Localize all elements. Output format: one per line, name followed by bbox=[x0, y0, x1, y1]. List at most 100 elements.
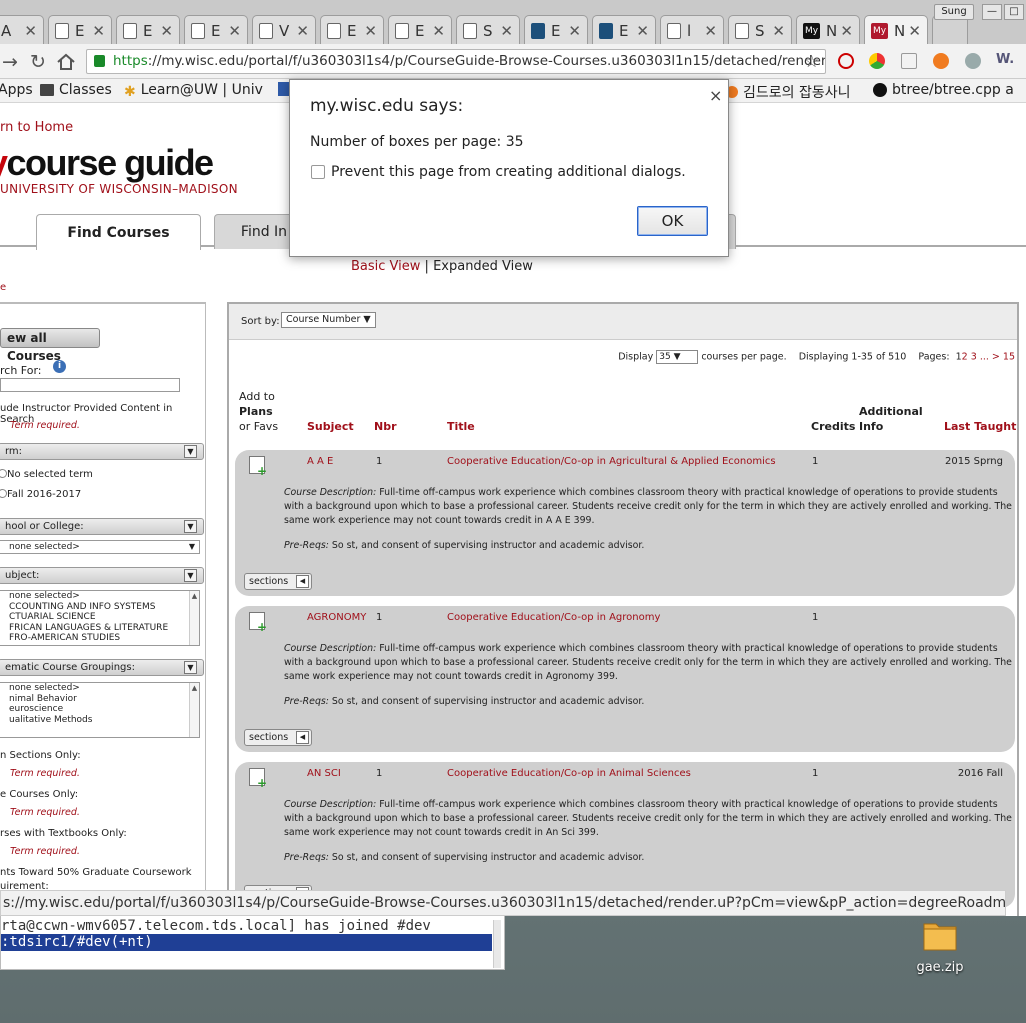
list-item[interactable]: none selected> bbox=[9, 683, 199, 694]
firefox-extension-icon[interactable] bbox=[933, 53, 949, 69]
close-icon[interactable]: ✕ bbox=[92, 22, 105, 40]
close-icon[interactable]: × bbox=[709, 86, 722, 105]
prevent-dialogs-label[interactable]: Prevent this page from creating addition… bbox=[331, 164, 686, 180]
close-icon[interactable]: ✕ bbox=[500, 22, 513, 40]
close-icon[interactable]: ✕ bbox=[228, 22, 241, 40]
course-title-link[interactable]: Cooperative Education/Co-op in Agricultu… bbox=[447, 456, 776, 467]
browser-tab[interactable]: S ✕ bbox=[728, 15, 792, 45]
bookmark-apps[interactable]: Apps bbox=[0, 82, 33, 98]
thematic-list[interactable]: none selected> nimal Behavior euroscienc… bbox=[0, 682, 200, 738]
bookmark-korean[interactable]: 김드로의 잡동사니 bbox=[726, 82, 851, 102]
browser-tab[interactable]: V ✕ bbox=[252, 15, 316, 45]
course-title-link[interactable]: Cooperative Education/Co-op in Animal Sc… bbox=[447, 768, 691, 779]
chevron-down-icon[interactable]: ▼ bbox=[184, 569, 197, 582]
col-subject[interactable]: Subject bbox=[307, 420, 354, 433]
info-icon[interactable]: i bbox=[53, 360, 66, 373]
list-item[interactable]: none selected> bbox=[9, 591, 199, 602]
tab-find-courses[interactable]: Find Courses bbox=[36, 214, 201, 250]
subject-header[interactable]: ubject: ▼ bbox=[0, 567, 204, 584]
browser-tab[interactable]: S ✕ bbox=[456, 15, 520, 45]
browser-tab[interactable]: E ✕ bbox=[592, 15, 656, 45]
subject-list[interactable]: none selected> CCOUNTING AND INFO SYSTEM… bbox=[0, 590, 200, 646]
col-title[interactable]: Title bbox=[447, 420, 475, 433]
col-last-taught[interactable]: Last Taught bbox=[944, 420, 1016, 433]
close-icon[interactable]: ✕ bbox=[840, 22, 853, 40]
thematic-header[interactable]: ematic Course Groupings: ▼ bbox=[0, 659, 204, 676]
term-radio-none[interactable] bbox=[0, 469, 7, 478]
col-nbr[interactable]: Nbr bbox=[374, 420, 397, 433]
per-page-select[interactable]: 35 ▼ bbox=[656, 350, 699, 364]
term-header[interactable]: rm: ▼ bbox=[0, 443, 204, 460]
course-subject[interactable]: AN SCI bbox=[307, 768, 341, 779]
sort-select[interactable]: Course Number ▼ bbox=[281, 312, 376, 328]
close-icon[interactable]: ✕ bbox=[568, 22, 581, 40]
reload-icon[interactable]: ↻ bbox=[30, 51, 46, 73]
close-icon[interactable]: ✕ bbox=[704, 22, 717, 40]
chevron-down-icon[interactable]: ▼ bbox=[184, 520, 197, 533]
basic-view-link[interactable]: Basic View bbox=[351, 259, 420, 274]
browser-tab[interactable]: E ✕ bbox=[320, 15, 384, 45]
list-item[interactable]: ualitative Methods bbox=[9, 715, 199, 726]
course-subject[interactable]: A A E bbox=[307, 456, 333, 467]
close-icon[interactable]: ✕ bbox=[636, 22, 649, 40]
list-item[interactable]: FRICAN LANGUAGES & LITERATURE bbox=[9, 623, 199, 634]
close-icon[interactable]: ✕ bbox=[772, 22, 785, 40]
browser-tab[interactable]: l ✕ bbox=[660, 15, 724, 45]
school-header[interactable]: hool or College: ▼ bbox=[0, 518, 204, 535]
close-icon[interactable]: ✕ bbox=[364, 22, 377, 40]
view-all-courses-button[interactable]: ew all Courses bbox=[0, 328, 100, 363]
list-item[interactable]: nimal Behavior bbox=[9, 694, 199, 705]
list-item[interactable]: CTUARIAL SCIENCE bbox=[9, 612, 199, 623]
bookmark-star-icon[interactable]: ☆ bbox=[804, 52, 819, 72]
term-radio-fall[interactable] bbox=[0, 489, 7, 498]
folder-icon[interactable] bbox=[922, 918, 958, 952]
browser-tab[interactable]: E ✕ bbox=[48, 15, 112, 45]
bookmark-btree[interactable]: btree/btree.cpp a bbox=[873, 82, 1014, 98]
bookmark-learn-uw[interactable]: ✱ Learn@UW | Univ bbox=[124, 82, 263, 100]
close-icon[interactable]: ✕ bbox=[24, 22, 37, 40]
browser-tab[interactable]: E ✕ bbox=[116, 15, 180, 45]
course-title-link[interactable]: Cooperative Education/Co-op in Agronomy bbox=[447, 612, 660, 623]
address-bar[interactable]: https://my.wisc.edu/portal/f/u360303l1s4… bbox=[86, 49, 826, 74]
browser-tab[interactable]: E ✕ bbox=[524, 15, 588, 45]
chevron-down-icon[interactable]: ▼ bbox=[184, 445, 197, 458]
list-scrollbar[interactable]: ▲ bbox=[189, 683, 199, 737]
close-icon[interactable]: ✕ bbox=[296, 22, 309, 40]
sections-toggle[interactable]: sections◀ bbox=[244, 729, 312, 746]
maximize-button[interactable]: □ bbox=[1004, 4, 1024, 20]
browser-tab[interactable]: My N ✕ bbox=[796, 15, 860, 45]
school-select[interactable]: none selected> ▼ bbox=[0, 540, 200, 554]
forward-icon[interactable]: → bbox=[2, 51, 18, 73]
page-link[interactable]: 3 bbox=[971, 352, 977, 363]
sections-toggle[interactable]: sections◀ bbox=[244, 573, 312, 590]
browser-tab-active[interactable]: My N ✕ bbox=[864, 15, 928, 45]
prevent-dialogs-checkbox[interactable] bbox=[311, 165, 325, 179]
minimize-button[interactable]: — bbox=[982, 4, 1002, 20]
add-to-plan-icon[interactable] bbox=[249, 612, 267, 634]
close-icon[interactable]: ✕ bbox=[908, 22, 921, 40]
lock-icon[interactable] bbox=[94, 55, 105, 67]
chrome-extension-icon[interactable] bbox=[869, 53, 885, 69]
page-ellipsis[interactable]: ... bbox=[980, 352, 989, 363]
list-scrollbar[interactable]: ▲ bbox=[189, 591, 199, 645]
last-page-link[interactable]: 15 bbox=[1003, 352, 1015, 363]
bookmark-classes[interactable]: Classes bbox=[40, 82, 112, 98]
w-extension-icon[interactable]: W. bbox=[996, 52, 1014, 67]
terminal-scrollbar[interactable] bbox=[493, 920, 501, 968]
list-item[interactable]: FRO-AMERICAN STUDIES bbox=[9, 633, 199, 644]
opera-extension-icon[interactable] bbox=[838, 53, 854, 69]
course-guide-logo[interactable]: ycourse guide bbox=[0, 142, 214, 184]
chat-extension-icon[interactable] bbox=[965, 53, 981, 69]
ok-button[interactable]: OK bbox=[637, 206, 708, 236]
home-icon[interactable] bbox=[56, 53, 76, 71]
browser-tab[interactable]: E ✕ bbox=[184, 15, 248, 45]
return-home-link[interactable]: rn to Home bbox=[0, 120, 73, 135]
browser-tab[interactable]: E ✕ bbox=[388, 15, 452, 45]
list-item[interactable]: euroscience bbox=[9, 704, 199, 715]
browser-tab[interactable]: A ✕ bbox=[0, 15, 44, 45]
close-icon[interactable]: ✕ bbox=[160, 22, 173, 40]
close-icon[interactable]: ✕ bbox=[432, 22, 445, 40]
next-page-link[interactable]: > bbox=[992, 352, 1000, 363]
add-to-plan-icon[interactable] bbox=[249, 768, 267, 790]
profile-button[interactable]: Sung bbox=[934, 4, 974, 20]
